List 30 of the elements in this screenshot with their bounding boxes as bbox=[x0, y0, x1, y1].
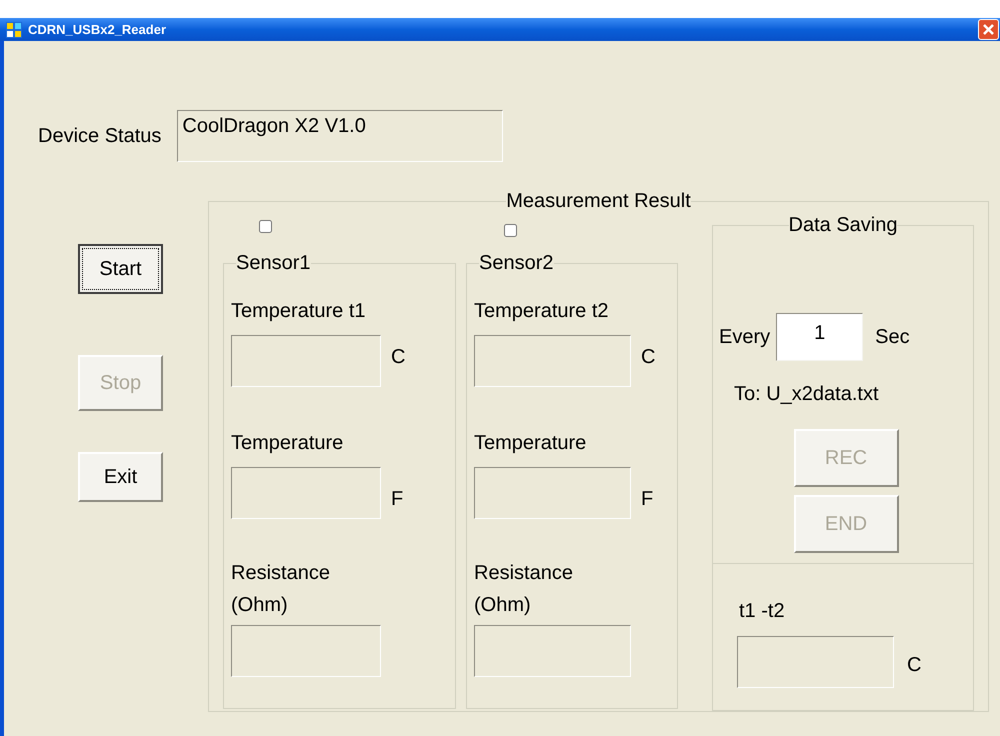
device-status-label: Device Status bbox=[38, 124, 162, 149]
field-label: Resistance (Ohm) bbox=[231, 561, 331, 618]
field-label: Temperature t1 bbox=[231, 299, 367, 324]
group-title: Measurement Result bbox=[506, 191, 691, 211]
command-button[interactable]: Start bbox=[78, 244, 163, 294]
unit-label: F bbox=[391, 487, 404, 512]
difference-label: t1 -t2 bbox=[739, 598, 786, 624]
field-label: Temperature t2 bbox=[474, 299, 610, 324]
sensor-checkbox[interactable] bbox=[259, 220, 272, 233]
unit-label: C bbox=[641, 345, 656, 370]
window-title: CDRN_USBx2_Reader bbox=[28, 20, 166, 39]
interval-unit: Sec bbox=[875, 325, 910, 350]
field-label: Resistance (Ohm) bbox=[474, 561, 574, 618]
device-status-field: CoolDragon X2 V1.0 bbox=[177, 110, 504, 162]
field-label: Temperature bbox=[231, 431, 344, 456]
sensor-checkbox[interactable] bbox=[504, 224, 517, 237]
interval-field[interactable]: 1 bbox=[776, 313, 864, 361]
unit-label: C bbox=[907, 652, 922, 678]
target-file-label: To: U_x2data.txt bbox=[734, 382, 879, 407]
interval-label: Every bbox=[719, 325, 770, 350]
unit-label: C bbox=[391, 345, 406, 370]
group-title: Sensor2 bbox=[479, 253, 554, 273]
app-icon bbox=[6, 22, 22, 38]
command-button[interactable]: Exit bbox=[78, 452, 163, 502]
close-icon bbox=[982, 23, 995, 36]
group-title: Sensor1 bbox=[236, 253, 310, 273]
close-button[interactable] bbox=[978, 19, 999, 40]
field-label: Temperature bbox=[474, 431, 588, 456]
group-title: Data Saving bbox=[788, 215, 898, 235]
unit-label: F bbox=[641, 487, 654, 512]
